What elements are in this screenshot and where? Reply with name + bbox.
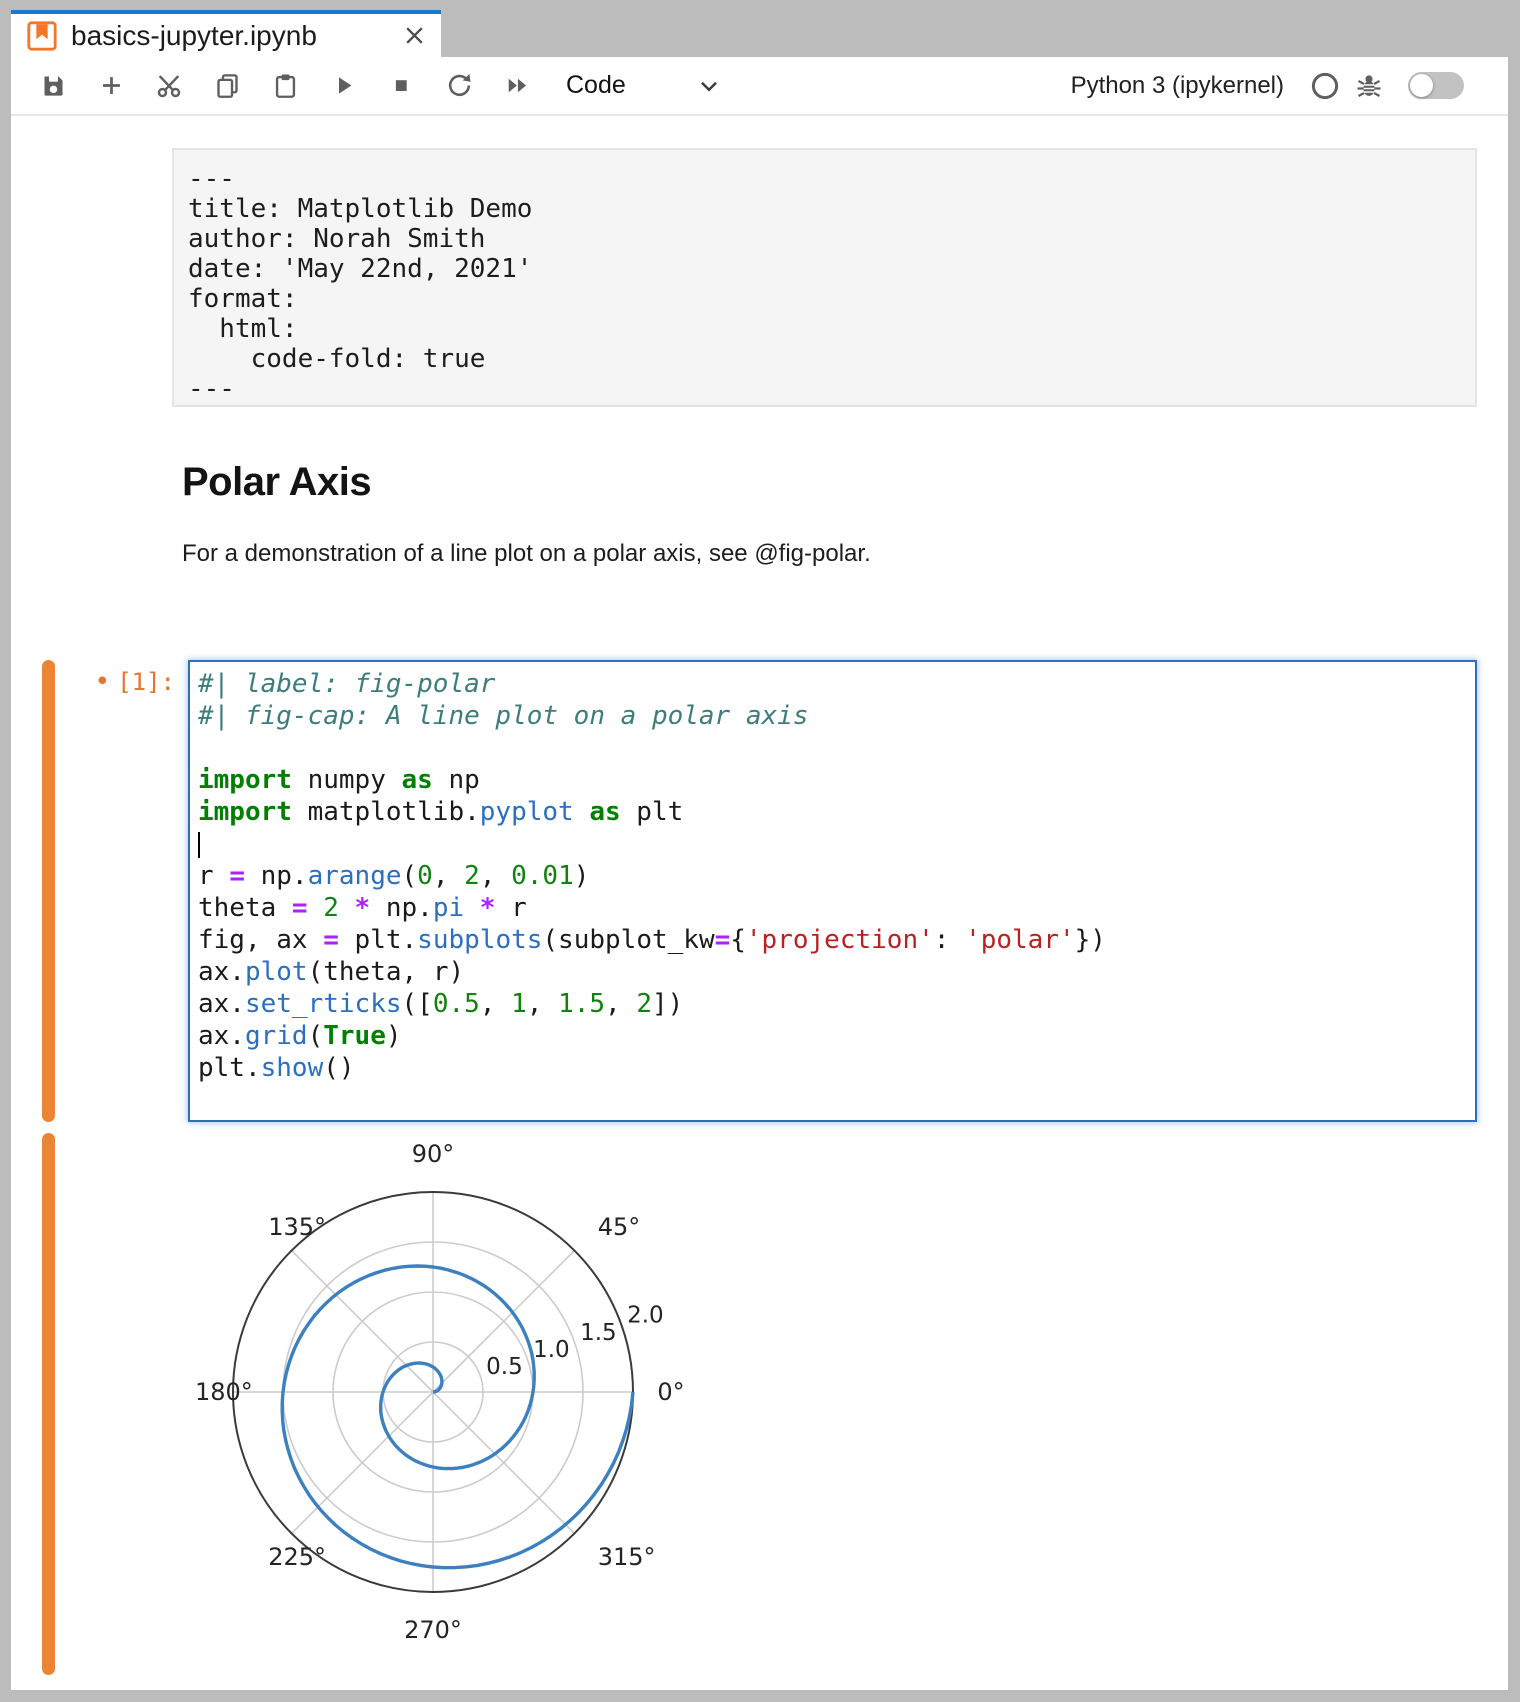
cell-output: 0° 45° 90° 135° 180° 225° 270° 315° 0.5 1.0 1.5 2.0 <box>183 1140 683 1665</box>
code-line: theta = 2 * np.pi * r <box>198 892 1475 924</box>
chevron-down-icon <box>696 73 722 99</box>
notebook-icon <box>26 20 58 52</box>
svg-text:90°: 90° <box>412 1140 455 1168</box>
svg-text:180°: 180° <box>195 1378 253 1406</box>
code-line: ax.plot(theta, r) <box>198 956 1475 988</box>
output-collapser[interactable] <box>42 1133 55 1675</box>
cut-icon <box>155 72 183 100</box>
code-line: ax.grid(True) <box>198 1020 1475 1052</box>
svg-text:270°: 270° <box>404 1616 462 1644</box>
debugger-bug-icon[interactable] <box>1354 71 1384 101</box>
toggle-knob <box>1410 74 1433 97</box>
paste-icon <box>272 72 299 99</box>
svg-text:45°: 45° <box>598 1213 641 1241</box>
run-icon <box>330 72 357 99</box>
markdown-paragraph: For a demonstration of a line plot on a … <box>182 540 871 568</box>
copy-icon <box>214 72 241 99</box>
svg-text:2.0: 2.0 <box>627 1303 664 1329</box>
add-icon <box>98 72 125 99</box>
code-line: #| label: fig-polar <box>198 668 1475 700</box>
svg-text:1.0: 1.0 <box>533 1337 570 1363</box>
svg-text:0.5: 0.5 <box>486 1354 523 1380</box>
text-cursor <box>198 832 200 858</box>
code-line: import matplotlib.pyplot as plt <box>198 796 1475 828</box>
svg-text:1.5: 1.5 <box>580 1320 617 1346</box>
notebook-toolbar: Code Python 3 (ipykernel) <box>11 57 1508 116</box>
code-line: ax.set_rticks([0.5, 1, 1.5, 2]) <box>198 988 1475 1020</box>
run-all-button[interactable] <box>494 65 540 107</box>
toolbar-right: Python 3 (ipykernel) <box>1071 71 1508 101</box>
code-line: plt.show() <box>198 1052 1475 1084</box>
cell-type-select[interactable]: Code <box>566 71 722 100</box>
code-line: import numpy as np <box>198 764 1475 796</box>
cut-button[interactable] <box>146 65 192 107</box>
raw-yaml-cell[interactable]: --- title: Matplotlib Demo author: Norah… <box>172 148 1477 407</box>
save-icon <box>40 72 67 99</box>
simple-mode-toggle[interactable] <box>1408 72 1464 99</box>
input-collapser[interactable] <box>42 660 55 1122</box>
save-button[interactable] <box>30 65 76 107</box>
notebook-window: basics-jupyter.ipynb <box>11 10 1508 1690</box>
execution-count: •[1]: <box>63 666 175 698</box>
prompt-label: [1]: <box>117 668 175 696</box>
svg-text:135°: 135° <box>268 1213 326 1241</box>
code-line <box>198 732 1475 764</box>
tab-bar: basics-jupyter.ipynb <box>11 10 1508 57</box>
kernel-name: Python 3 (ipykernel) <box>1071 72 1284 100</box>
tab-title: basics-jupyter.ipynb <box>71 20 399 52</box>
stop-button[interactable] <box>378 65 424 107</box>
add-cell-button[interactable] <box>88 65 134 107</box>
fast-forward-icon <box>504 72 531 99</box>
code-line: #| fig-cap: A line plot on a polar axis <box>198 700 1475 732</box>
copy-button[interactable] <box>204 65 250 107</box>
paste-button[interactable] <box>262 65 308 107</box>
svg-text:315°: 315° <box>598 1543 656 1571</box>
notebook-content: --- title: Matplotlib Demo author: Norah… <box>11 118 1508 1690</box>
run-button[interactable] <box>320 65 366 107</box>
tab-basics-jupyter[interactable]: basics-jupyter.ipynb <box>11 10 441 57</box>
restart-kernel-button[interactable] <box>436 65 482 107</box>
modified-dot: • <box>95 667 111 697</box>
restart-icon <box>446 72 473 99</box>
code-line: r = np.arange(0, 2, 0.01) <box>198 860 1475 892</box>
stop-icon <box>388 72 415 99</box>
code-line: fig, ax = plt.subplots(subplot_kw={'proj… <box>198 924 1475 956</box>
svg-text:225°: 225° <box>268 1543 326 1571</box>
code-cell-editor[interactable]: #| label: fig-polar#| fig-cap: A line pl… <box>188 660 1477 1122</box>
markdown-heading: Polar Axis <box>182 460 371 505</box>
close-icon[interactable] <box>399 21 429 51</box>
cell-type-label: Code <box>566 71 626 100</box>
code-line <box>198 828 1475 860</box>
svg-text:0°: 0° <box>657 1378 683 1406</box>
polar-plot: 0° 45° 90° 135° 180° 225° 270° 315° 0.5 1.0 1.5 2.0 <box>183 1140 683 1665</box>
kernel-status-icon[interactable] <box>1310 71 1340 101</box>
